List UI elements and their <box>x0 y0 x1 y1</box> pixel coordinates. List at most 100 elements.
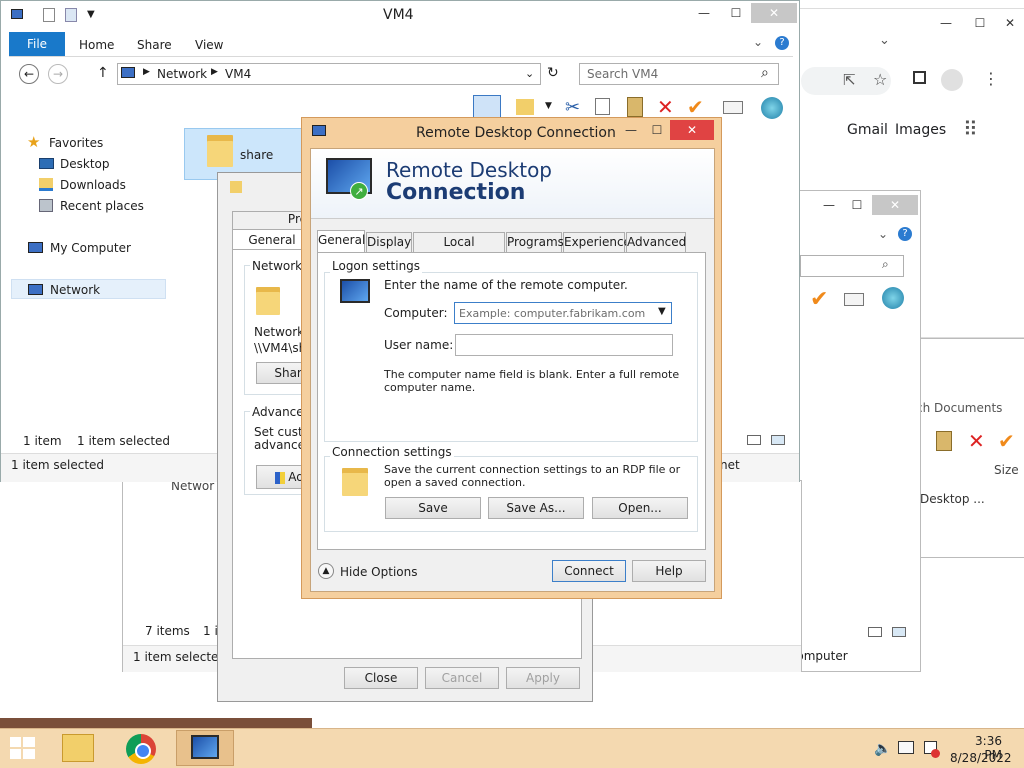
images-link[interactable]: Images <box>895 122 946 138</box>
start-windows-icon[interactable] <box>10 737 36 759</box>
rdc-tab-strip: General Display Local Resources Programs… <box>317 230 707 268</box>
back-item-count: 7 items <box>145 624 190 638</box>
desktop-strip <box>0 718 312 728</box>
mid-chevron-icon[interactable]: ⌄ <box>878 227 888 241</box>
ribbon-tab-home[interactable]: Home <box>79 38 114 52</box>
delete-icon[interactable]: ✕ <box>657 95 674 119</box>
desktop-list-item[interactable]: Desktop ... <box>920 492 985 506</box>
sidepanel-icon[interactable] <box>913 71 926 84</box>
size-column-header[interactable]: Size <box>994 463 1019 477</box>
checkmark-icon[interactable]: ✔ <box>687 95 704 119</box>
explorer-close-button[interactable]: ✕ <box>751 3 797 23</box>
nav-recent-places[interactable]: Recent places <box>60 199 144 213</box>
copy-icon[interactable] <box>595 98 610 115</box>
computer-placeholder: Example: computer.fabrikam.com <box>459 307 646 320</box>
clock-date[interactable]: 8/28/2022 <box>950 751 1012 765</box>
nav-network[interactable]: Network <box>50 283 100 297</box>
apps-grid-icon[interactable]: ⠿ <box>963 117 978 141</box>
hide-options-link[interactable]: Hide Options <box>340 565 417 579</box>
ribbon-tab-file[interactable]: File <box>9 32 65 56</box>
ribbon-divider <box>9 56 793 57</box>
right-docs-label: ch Documents <box>916 401 1003 415</box>
refresh-icon[interactable]: ↻ <box>547 65 559 81</box>
rdc-header-line2: Connection <box>386 180 526 205</box>
ribbon-tab-view[interactable]: View <box>195 38 223 52</box>
computer-dropdown-icon[interactable]: ▼ <box>658 306 666 317</box>
mid-close-button[interactable]: ✕ <box>872 195 918 215</box>
rdc-close-button[interactable]: ✕ <box>670 120 714 140</box>
taskbar-file-explorer-icon[interactable] <box>62 734 94 762</box>
profile-avatar[interactable] <box>941 69 963 91</box>
chrome-maximize-button[interactable]: ☐ <box>965 13 995 33</box>
explorer-maximize-button[interactable]: ☐ <box>721 3 751 23</box>
username-input[interactable] <box>455 334 673 356</box>
address-dropdown-icon[interactable]: ⌄ <box>525 67 534 80</box>
network-tray-icon[interactable] <box>898 741 914 754</box>
shell-icon[interactable] <box>761 97 783 119</box>
save-button[interactable]: Save <box>385 497 481 519</box>
back-item-count-2: 1 i <box>203 624 218 638</box>
volume-muted-icon[interactable]: 🔈 <box>874 741 891 757</box>
qat-folder-icon[interactable] <box>65 8 77 22</box>
forward-button[interactable]: → <box>48 64 68 84</box>
middle-explorer-window: — ☐ ✕ ⌄ ? ⌕ ✔ Computer <box>768 190 921 672</box>
tab-experience[interactable]: Experience <box>563 232 631 252</box>
rdc-logo-arrow-icon: ↗ <box>350 182 368 200</box>
chrome-chevron-down-icon[interactable]: ⌄ <box>879 33 890 48</box>
thumbnail-view-icon[interactable] <box>771 435 785 445</box>
cancel-button[interactable]: Cancel <box>425 667 499 689</box>
cut-icon[interactable]: ✂ <box>565 97 580 118</box>
tab-local-resources[interactable]: Local Resources <box>413 232 505 268</box>
mid-details-view-icon[interactable] <box>868 627 882 637</box>
qat-dropdown-icon[interactable]: ▼ <box>87 9 95 20</box>
tab-display[interactable]: Display <box>366 232 412 252</box>
back-button[interactable]: ← <box>19 64 39 84</box>
open-button[interactable]: Open... <box>592 497 688 519</box>
mid-thumb-view-icon[interactable] <box>892 627 906 637</box>
prop-tab-general[interactable]: General <box>232 229 312 249</box>
prop-tab-previous[interactable]: Pre <box>232 211 312 229</box>
tab-programs[interactable]: Programs <box>506 232 564 252</box>
qat-computer-icon[interactable] <box>11 9 23 19</box>
chrome-minimize-button[interactable]: — <box>931 13 961 33</box>
connection-folder-icon <box>342 464 368 496</box>
mid-maximize-button[interactable]: ☐ <box>842 195 872 215</box>
rdc-maximize-button[interactable]: ☐ <box>642 120 672 140</box>
recent-places-icon <box>39 199 53 212</box>
connect-button[interactable]: Connect <box>552 560 626 582</box>
up-button[interactable]: ↑ <box>97 65 109 81</box>
details-view-icon[interactable] <box>747 435 761 445</box>
tab-advanced[interactable]: Advanced <box>626 232 686 252</box>
mid-minimize-button[interactable]: — <box>814 195 844 215</box>
tab-general[interactable]: General <box>317 230 365 252</box>
toolbar-dropdown-icon[interactable]: ▼ <box>545 101 552 111</box>
explorer-help-icon[interactable]: ? <box>775 36 789 50</box>
taskbar-chrome-icon[interactable] <box>126 734 156 764</box>
share-icon[interactable]: ⇱ <box>843 71 856 89</box>
nav-downloads[interactable]: Downloads <box>60 178 126 192</box>
properties-icon[interactable] <box>723 101 743 114</box>
qat-properties-icon[interactable] <box>43 8 55 22</box>
paste-icon[interactable] <box>627 97 643 117</box>
explorer-minimize-button[interactable]: — <box>689 3 719 23</box>
nav-favorites[interactable]: Favorites <box>49 136 103 150</box>
mid-help-icon[interactable]: ? <box>898 227 912 241</box>
hide-options-arrow-icon[interactable]: ▲ <box>318 563 334 579</box>
ribbon-chevron-icon[interactable]: ⌄ <box>753 35 763 49</box>
address-vm4[interactable]: VM4 <box>225 67 251 81</box>
help-button[interactable]: Help <box>632 560 706 582</box>
close-button[interactable]: Close <box>344 667 418 689</box>
address-network[interactable]: Network <box>157 67 207 81</box>
ribbon-tab-share[interactable]: Share <box>137 38 172 52</box>
apply-button[interactable]: Apply <box>506 667 580 689</box>
gmail-link[interactable]: Gmail <box>847 122 888 138</box>
rdc-header-line1: Remote Desktop <box>386 158 553 182</box>
nav-desktop[interactable]: Desktop <box>60 157 110 171</box>
toolbar-folder-icon[interactable] <box>516 99 534 115</box>
star-icon[interactable]: ☆ <box>873 70 887 89</box>
chrome-close-button[interactable]: ✕ <box>995 13 1024 33</box>
kebab-menu-icon[interactable]: ⋮ <box>983 69 999 88</box>
save-as-button[interactable]: Save As... <box>488 497 584 519</box>
nav-my-computer[interactable]: My Computer <box>50 241 131 255</box>
rdc-title: Remote Desktop Connection <box>416 125 616 141</box>
